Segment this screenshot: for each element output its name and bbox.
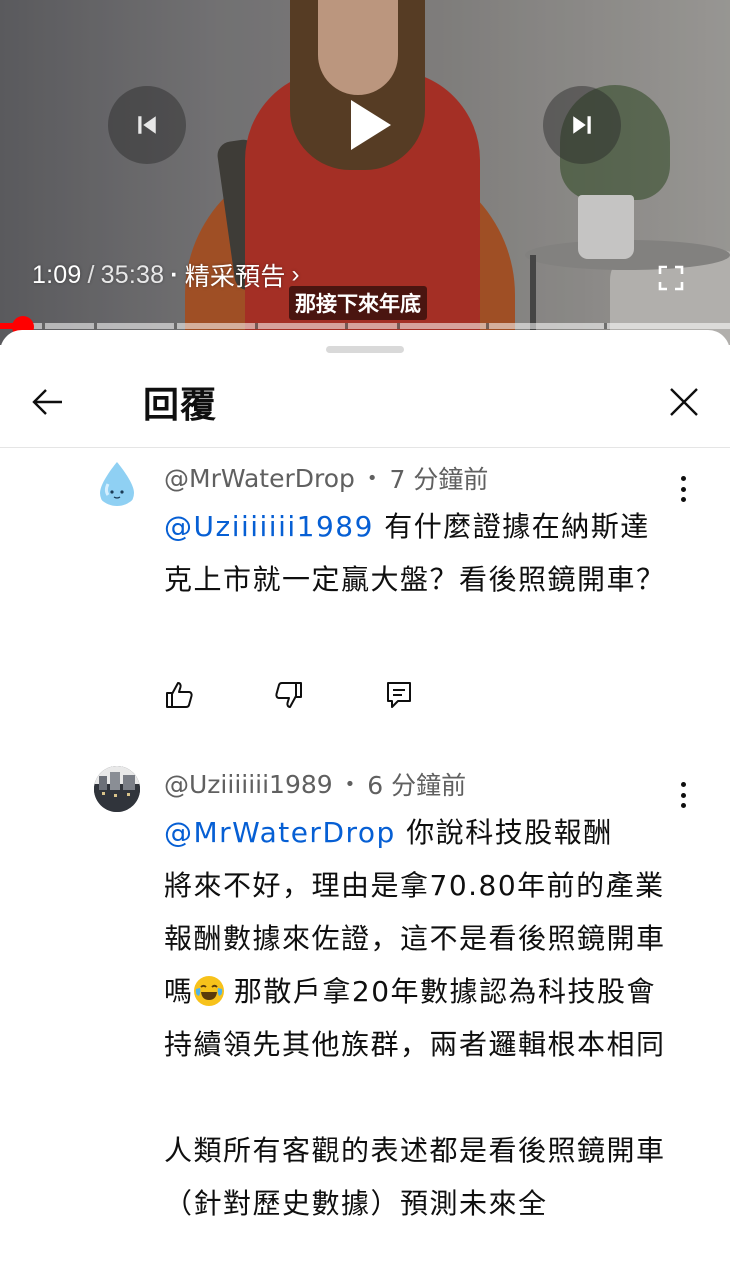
- previous-button[interactable]: [108, 86, 186, 164]
- comment-time: 7 分鐘前: [389, 465, 489, 494]
- chapter-marker: [174, 323, 177, 329]
- like-button[interactable]: [164, 680, 194, 710]
- time-display: 1:09 / 35:38 · 精采預告 ›: [32, 257, 300, 293]
- chapter-marker: [397, 323, 400, 329]
- close-icon: [670, 388, 698, 416]
- video-duration: 35:38: [100, 260, 165, 289]
- chapter-marker: [486, 323, 489, 329]
- chapter-separator: ·: [170, 260, 179, 289]
- previous-icon: [138, 116, 156, 134]
- mention-link[interactable]: @MrWaterDrop: [164, 816, 396, 849]
- chapter-marker: [345, 323, 348, 329]
- next-icon: [573, 116, 591, 134]
- comment-actions: [164, 680, 414, 710]
- progress-bar[interactable]: [0, 323, 730, 329]
- comment-time: 6 分鐘前: [367, 771, 467, 800]
- comment-body-line1: 你說科技股報酬: [395, 816, 613, 849]
- back-button[interactable]: [24, 378, 72, 426]
- water-drop-avatar-icon: [100, 462, 134, 506]
- dislike-icon: [275, 682, 302, 708]
- more-dot: [680, 476, 686, 481]
- meta-bullet: •: [366, 467, 378, 489]
- city-avatar-icon: [94, 766, 140, 812]
- fullscreen-icon[interactable]: [657, 264, 685, 292]
- time-separator: /: [87, 260, 95, 289]
- meta-bullet: •: [344, 773, 356, 795]
- comment-body-part2: 那散戶拿20年數據認為科技股會持續領先其他族群，兩者邏輯根本相同: [164, 975, 666, 1061]
- current-time: 1:09: [32, 260, 82, 289]
- mention-link[interactable]: @Uziiiiiii1989: [164, 510, 374, 543]
- like-icon: [166, 682, 193, 708]
- chapter-title: 精采預告: [184, 263, 286, 291]
- reply-icon: [387, 682, 411, 708]
- chapter-marker: [42, 323, 45, 329]
- replies-sheet: 回覆 @MrWaterDrop • 7 分鐘前 @Uziiiiiii1989 有…: [0, 330, 730, 1280]
- comment-text: @Uziiiiiii1989 有什麼證據在納斯達克上市就一定贏大盤？看後照鏡開車…: [164, 500, 679, 606]
- more-dot: [680, 792, 686, 798]
- sheet-title: 回覆: [143, 385, 218, 426]
- more-dot: [680, 782, 686, 787]
- chapter-button[interactable]: 精采預告 ›: [185, 257, 300, 293]
- comment-text: @MrWaterDrop 你說科技股報酬 將來不好，理由是拿70.80年前的產業…: [164, 806, 674, 1230]
- more-dot: [680, 497, 686, 502]
- video-player[interactable]: 1:09 / 35:38 · 精采預告 › 那接下來年底: [0, 0, 730, 345]
- arrow-left-icon: [32, 389, 62, 415]
- avatar[interactable]: [94, 766, 140, 812]
- avatar[interactable]: [94, 460, 140, 506]
- sheet-header: 回覆: [0, 358, 730, 448]
- next-button[interactable]: [543, 86, 621, 164]
- more-dot: [680, 803, 686, 808]
- more-dot: [680, 486, 686, 492]
- chapter-marker: [604, 323, 607, 329]
- play-button[interactable]: [328, 80, 412, 170]
- reply-button[interactable]: [384, 680, 414, 710]
- chevron-right-icon: ›: [291, 261, 300, 288]
- face-with-tears-of-joy-icon: [193, 976, 224, 1006]
- close-button[interactable]: [660, 378, 708, 426]
- play-icon: [351, 100, 391, 150]
- chapter-marker: [255, 323, 258, 329]
- comment-author[interactable]: @Uziiiiiii1989: [164, 770, 333, 799]
- comment-meta: @MrWaterDrop • 7 分鐘前: [164, 460, 488, 496]
- dislike-button[interactable]: [274, 680, 304, 710]
- comment-author[interactable]: @MrWaterDrop: [164, 464, 355, 493]
- drag-handle[interactable]: [326, 346, 404, 353]
- chapter-marker: [94, 323, 97, 329]
- comment-body-paragraph2: 人類所有客觀的表述都是看後照鏡開車（針對歷史數據）預測未來全: [164, 1134, 666, 1220]
- video-subtitle: 那接下來年底: [289, 286, 427, 320]
- comment-meta: @Uziiiiiii1989 • 6 分鐘前: [164, 766, 466, 802]
